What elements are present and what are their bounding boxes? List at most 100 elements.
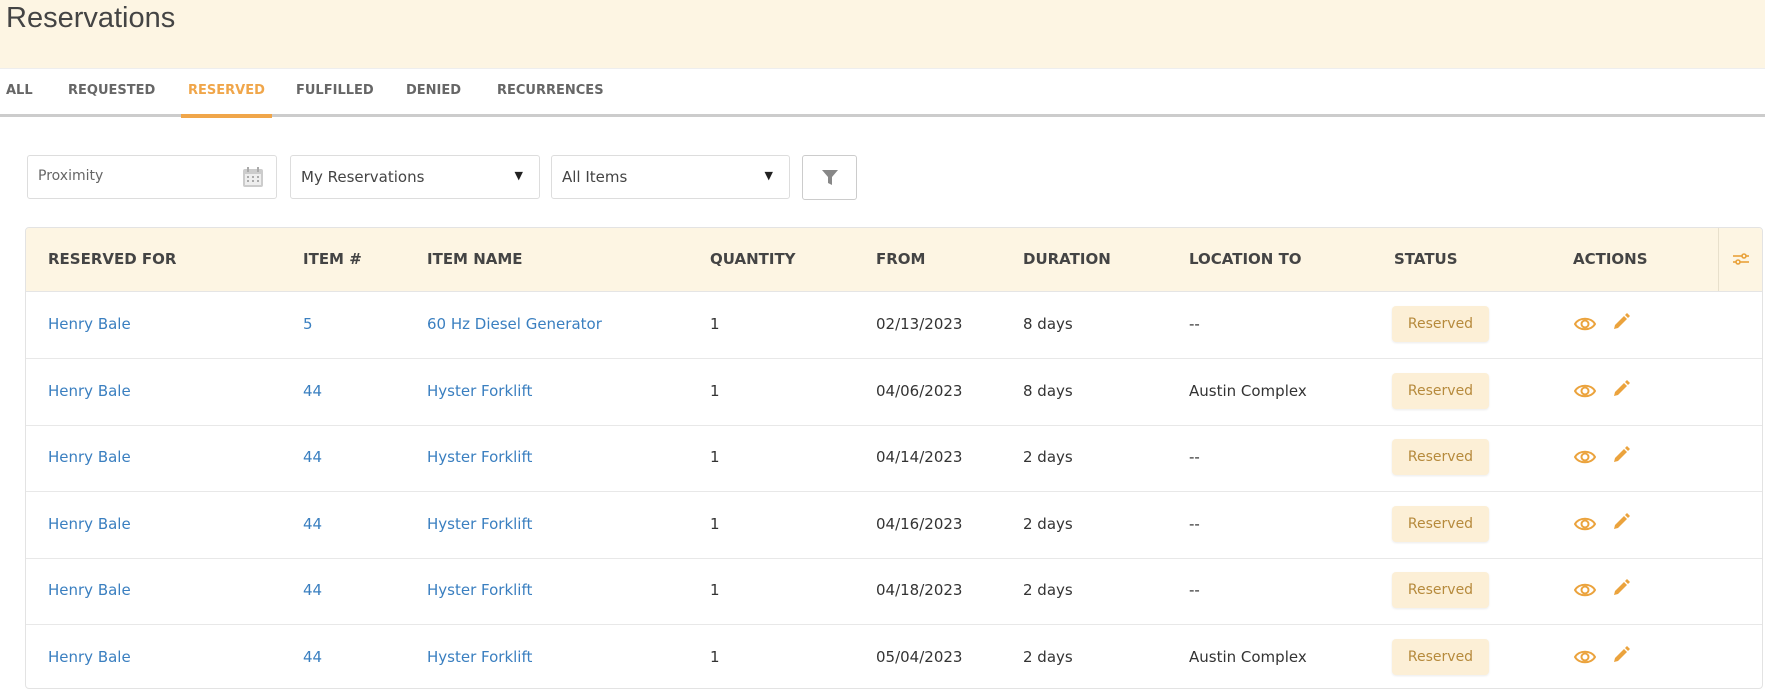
location-to-cell: -- <box>1189 515 1200 533</box>
sliders-icon <box>1732 251 1750 267</box>
tab-denied[interactable]: DENIED <box>406 69 461 114</box>
location-to-cell: -- <box>1189 581 1200 599</box>
location-to-cell: Austin Complex <box>1189 648 1307 666</box>
table-row: Henry Bale 44 Hyster Forklift 1 04/06/2023 8 … <box>26 359 1762 426</box>
duration-cell: 8 days <box>1023 382 1073 400</box>
table-row: Henry Bale44Hyster Forklift104/16/20232 … <box>26 492 1762 559</box>
table-row: Henry Bale44Hyster Forklift105/04/20232 … <box>26 625 1762 689</box>
duration-cell: 8 days <box>1023 315 1073 333</box>
edit-pencil-icon[interactable] <box>1612 579 1630 597</box>
col-from[interactable]: FROM <box>876 250 925 268</box>
quantity-cell: 1 <box>710 581 720 599</box>
page-title: Reservations <box>6 2 175 35</box>
reserved-for-link[interactable]: Henry Bale <box>48 315 131 333</box>
chevron-down-icon: ▼ <box>765 169 773 182</box>
view-eye-icon[interactable] <box>1574 448 1596 466</box>
view-eye-icon[interactable] <box>1574 315 1596 333</box>
filter-button[interactable] <box>802 155 857 200</box>
status-label: Reserved <box>1392 506 1489 542</box>
edit-pencil-icon[interactable] <box>1612 646 1630 664</box>
col-item-number[interactable]: ITEM # <box>303 250 362 268</box>
location-to-cell: -- <box>1189 315 1200 333</box>
view-eye-icon[interactable] <box>1574 648 1596 666</box>
proximity-date-input[interactable]: Proximity <box>27 155 277 199</box>
filter-icon <box>822 170 838 186</box>
col-actions: ACTIONS <box>1573 250 1648 268</box>
table-header: RESERVED FOR ITEM # ITEM NAME QUANTITY F… <box>26 228 1762 292</box>
item-number-link[interactable]: 44 <box>303 581 322 599</box>
status-label: Reserved <box>1392 572 1489 608</box>
status-label: Reserved <box>1392 639 1489 675</box>
from-date-cell: 04/14/2023 <box>876 448 962 466</box>
calendar-icon[interactable] <box>242 166 264 192</box>
reserved-for-link[interactable]: Henry Bale <box>48 648 131 666</box>
quantity-cell: 1 <box>710 648 720 666</box>
col-item-name[interactable]: ITEM NAME <box>427 250 523 268</box>
item-name-link[interactable]: Hyster Forklift <box>427 581 532 599</box>
from-date-cell: 02/13/2023 <box>876 315 962 333</box>
col-quantity[interactable]: QUANTITY <box>710 250 796 268</box>
edit-pencil-icon[interactable] <box>1612 446 1630 464</box>
tab-reserved[interactable]: RESERVED <box>181 69 272 118</box>
duration-cell: 2 days <box>1023 648 1073 666</box>
status-badge: Reserved <box>1392 306 1489 342</box>
item-name-link[interactable]: Hyster Forklift <box>427 448 532 466</box>
view-eye-icon[interactable] <box>1574 515 1596 533</box>
reservations-scope-value: My Reservations <box>301 168 424 186</box>
col-location-to[interactable]: LOCATION TO <box>1189 250 1302 268</box>
status-badge: Reserved <box>1392 572 1489 608</box>
items-select-value: All Items <box>562 168 627 186</box>
item-name-link[interactable]: 60 Hz Diesel Generator <box>427 315 602 333</box>
edit-pencil-icon[interactable] <box>1612 513 1630 531</box>
reservations-table: RESERVED FOR ITEM # ITEM NAME QUANTITY F… <box>25 227 1763 689</box>
duration-cell: 2 days <box>1023 448 1073 466</box>
col-reserved-for[interactable]: RESERVED FOR <box>48 250 176 268</box>
reserved-for-link[interactable]: Henry Bale <box>48 448 131 466</box>
quantity-cell: 1 <box>710 382 720 400</box>
page-header: Reservations <box>0 0 1765 69</box>
item-number-link[interactable]: 44 <box>303 448 322 466</box>
quantity-cell: 1 <box>710 448 720 466</box>
item-number-link[interactable]: 44 <box>303 648 322 666</box>
status-label: Reserved <box>1392 306 1489 342</box>
table-row: Henry Bale44Hyster Forklift104/18/20232 … <box>26 558 1762 625</box>
status-badge: Reserved <box>1392 506 1489 542</box>
item-name-link[interactable]: Hyster Forklift <box>427 382 532 400</box>
table-row: Henry Bale 44 Hyster Forklift 1 04/14/2023 2 … <box>26 425 1762 492</box>
tab-all[interactable]: ALL <box>6 69 33 114</box>
col-duration[interactable]: DURATION <box>1023 250 1111 268</box>
tab-requested[interactable]: REQUESTED <box>68 69 155 114</box>
from-date-cell: 04/18/2023 <box>876 581 962 599</box>
view-eye-icon[interactable] <box>1574 581 1596 599</box>
tab-recurrences[interactable]: RECURRENCES <box>497 69 604 114</box>
edit-pencil-icon[interactable] <box>1612 380 1630 398</box>
chevron-down-icon: ▼ <box>515 169 523 182</box>
item-name-link[interactable]: Hyster Forklift <box>427 515 532 533</box>
from-date-cell: 04/06/2023 <box>876 382 962 400</box>
status-tabs: ALL REQUESTED RESERVED FULFILLED DENIED … <box>0 69 1765 117</box>
location-to-cell: Austin Complex <box>1189 382 1307 400</box>
duration-cell: 2 days <box>1023 515 1073 533</box>
status-label: Reserved <box>1392 373 1489 409</box>
quantity-cell: 1 <box>710 515 720 533</box>
status-badge: Reserved <box>1392 639 1489 675</box>
proximity-placeholder: Proximity <box>38 168 103 184</box>
item-number-link[interactable]: 5 <box>303 315 313 333</box>
items-select[interactable]: All Items ▼ <box>551 155 790 199</box>
item-number-link[interactable]: 44 <box>303 515 322 533</box>
column-settings-button[interactable] <box>1718 228 1763 291</box>
reservations-scope-select[interactable]: My Reservations ▼ <box>290 155 540 199</box>
status-label: Reserved <box>1392 439 1489 475</box>
quantity-cell: 1 <box>710 315 720 333</box>
item-name-link[interactable]: Hyster Forklift <box>427 648 532 666</box>
item-number-link[interactable]: 44 <box>303 382 322 400</box>
reserved-for-link[interactable]: Henry Bale <box>48 581 131 599</box>
reserved-for-link[interactable]: Henry Bale <box>48 515 131 533</box>
reserved-for-link[interactable]: Henry Bale <box>48 382 131 400</box>
tab-fulfilled[interactable]: FULFILLED <box>296 69 374 114</box>
status-badge: Reserved <box>1392 439 1489 475</box>
col-status[interactable]: STATUS <box>1394 250 1458 268</box>
table-row: Henry Bale 5 60 Hz Diesel Generator 1 02/13/… <box>26 292 1762 359</box>
edit-pencil-icon[interactable] <box>1612 313 1630 331</box>
view-eye-icon[interactable] <box>1574 382 1596 400</box>
